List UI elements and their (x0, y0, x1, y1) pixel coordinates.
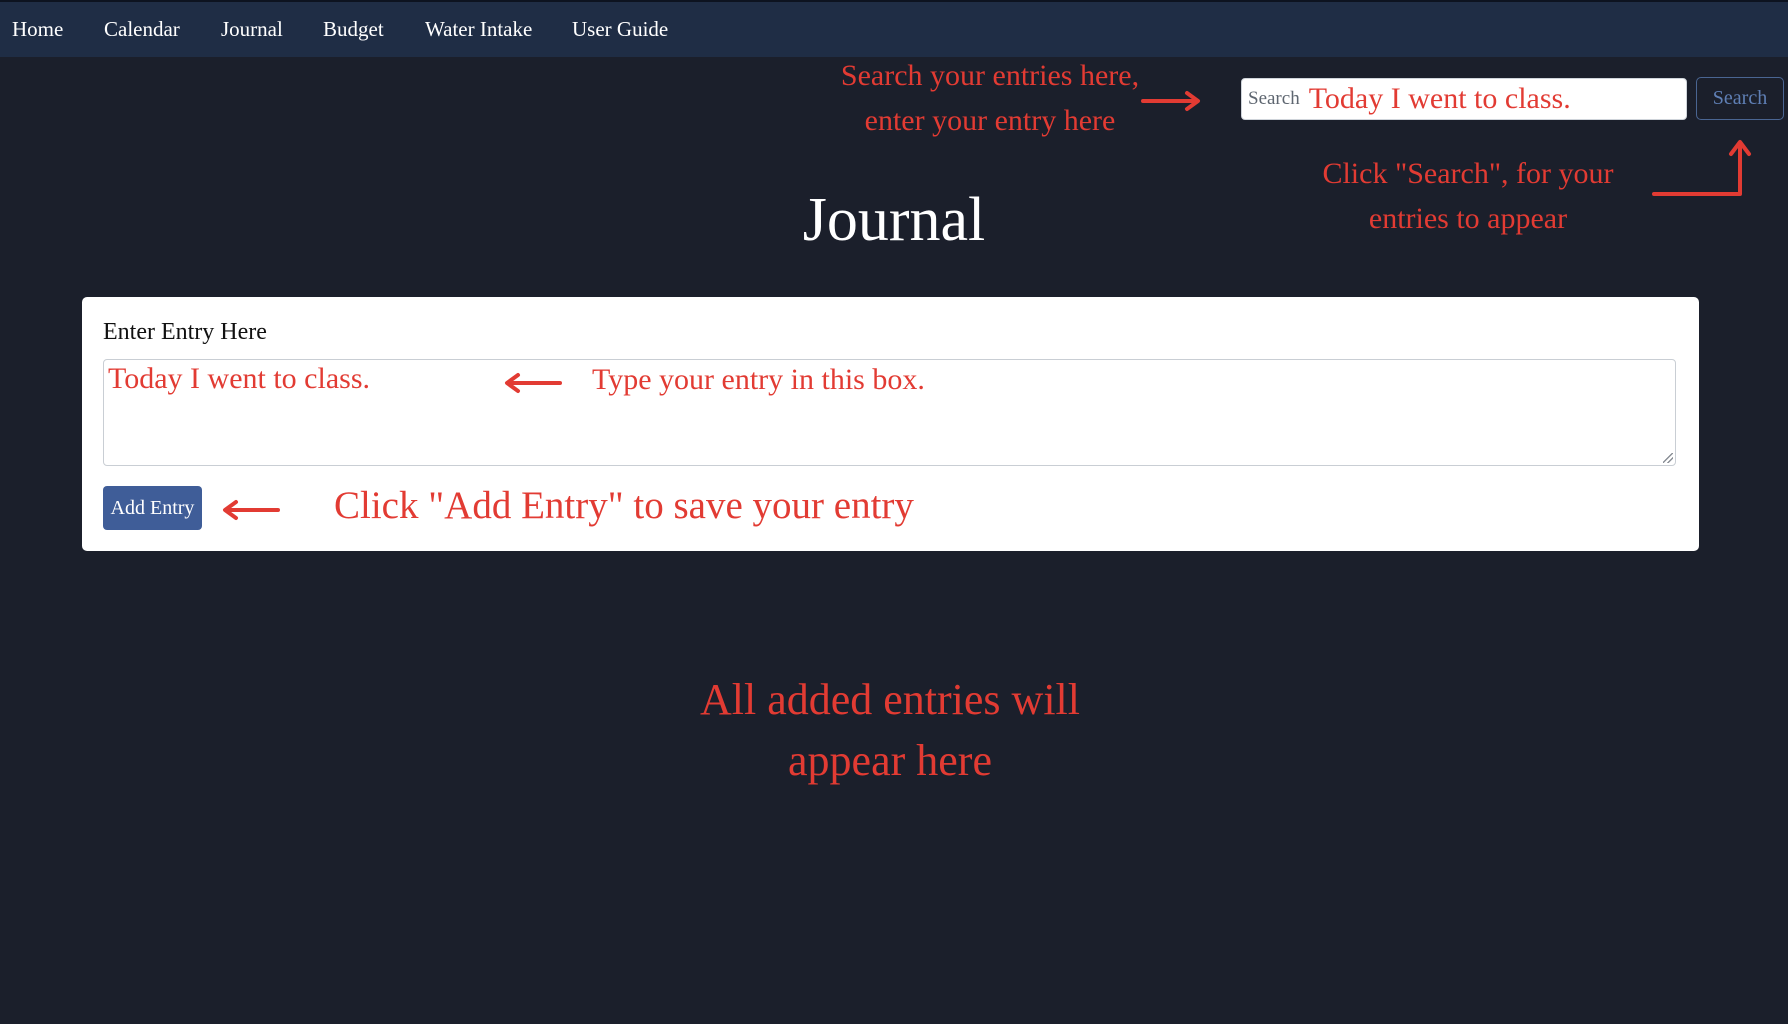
nav-item-budget[interactable]: Budget (323, 17, 384, 42)
entry-card: Enter Entry Here Today I went to class. … (82, 297, 1699, 551)
nav-item-user-guide[interactable]: User Guide (572, 17, 668, 42)
search-hint-line1: Search your entries here, (840, 59, 1140, 92)
search-input[interactable]: Search Today I went to class. (1241, 78, 1687, 120)
arrow-left-icon (505, 373, 562, 393)
add-entry-hint-annotation: Click "Add Entry" to save your entry (334, 484, 914, 527)
entry-label: Enter Entry Here (103, 319, 267, 345)
nav-item-calendar[interactable]: Calendar (104, 17, 180, 42)
navbar: Home Calendar Journal Budget Water Intak… (0, 0, 1788, 57)
search-placeholder: Search (1248, 88, 1300, 109)
entries-hint-annotation: All added entries will appear here (600, 670, 1180, 791)
nav-item-water-intake[interactable]: Water Intake (425, 17, 532, 42)
nav-item-journal[interactable]: Journal (221, 17, 283, 42)
search-hint-annotation: Search your entries here, enter your ent… (820, 53, 1160, 143)
search-typed-value: Today I went to class. (1308, 82, 1571, 115)
arrow-right-icon (1141, 91, 1200, 111)
page-title: Journal (802, 186, 986, 254)
entries-hint-line2: appear here (788, 735, 992, 785)
arrow-left-icon (223, 500, 280, 520)
search-hint-line2: enter your entry here (864, 104, 1116, 137)
entry-typed-value: Today I went to class. (108, 362, 371, 395)
textbox-hint-annotation: Type your entry in this box. (592, 363, 925, 396)
add-entry-button[interactable]: Add Entry (103, 486, 202, 530)
entries-hint-line1: All added entries will (699, 675, 1080, 724)
search-button[interactable]: Search (1696, 77, 1784, 120)
resize-grip-icon[interactable] (1663, 453, 1673, 463)
nav-item-home[interactable]: Home (12, 17, 63, 42)
